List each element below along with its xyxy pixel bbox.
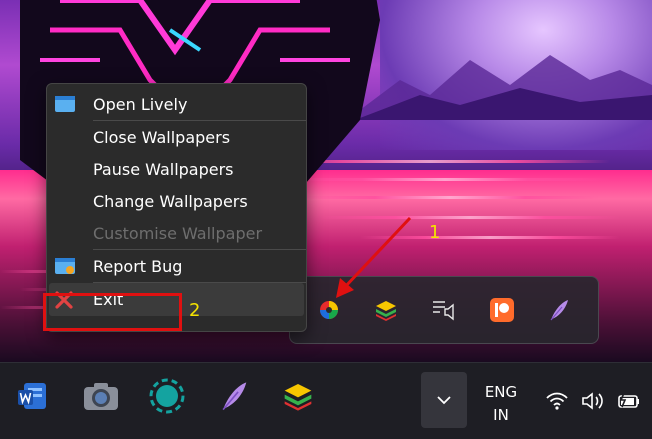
volume-icon[interactable] (581, 391, 605, 411)
feather-icon[interactable] (541, 292, 577, 328)
wallpaper-mountains (360, 55, 652, 120)
media-cast-icon[interactable] (426, 292, 462, 328)
annotation-step-2: 2 (189, 300, 201, 321)
patreon-icon[interactable] (484, 292, 520, 328)
show-hidden-icons-button[interactable] (421, 372, 467, 428)
wifi-icon[interactable] (545, 391, 569, 411)
camera-icon[interactable] (79, 374, 123, 418)
battery-icon[interactable] (616, 391, 642, 411)
menu-item-open-lively[interactable]: Open Lively (47, 88, 306, 120)
menu-item-label: Pause Wallpapers (93, 159, 234, 179)
annotation-step-1: 1 (429, 222, 441, 243)
exit-highlight-box (43, 293, 182, 331)
menu-item-label: Report Bug (93, 256, 183, 276)
menu-item-report-bug[interactable]: Report Bug (47, 250, 306, 282)
taskbar: ENG IN (0, 362, 652, 439)
annotation-arrow (336, 216, 412, 298)
language-code: ENG (484, 383, 518, 401)
menu-item-label: Close Wallpapers (93, 127, 231, 147)
menu-item-label: Change Wallpapers (93, 191, 248, 211)
menu-item-customise-wallpaper: Customise Wallpaper (47, 217, 306, 249)
menu-item-pause-wallpapers[interactable]: Pause Wallpapers (47, 153, 306, 185)
lively-window-icon (55, 96, 75, 112)
menu-item-label: Customise Wallpaper (93, 223, 263, 243)
word-icon[interactable] (10, 374, 54, 418)
menu-item-change-wallpapers[interactable]: Change Wallpapers (47, 185, 306, 217)
bug-report-icon (55, 258, 75, 274)
language-indicator[interactable]: ENG IN (476, 381, 526, 427)
bluestacks-app-icon[interactable] (276, 374, 320, 418)
feather-app-icon[interactable] (212, 374, 256, 418)
circle-app-icon[interactable] (145, 374, 189, 418)
menu-item-label: Open Lively (93, 94, 188, 114)
language-region: IN (493, 406, 509, 424)
menu-item-close-wallpapers[interactable]: Close Wallpapers (47, 121, 306, 153)
chevron-down-icon (437, 395, 451, 404)
